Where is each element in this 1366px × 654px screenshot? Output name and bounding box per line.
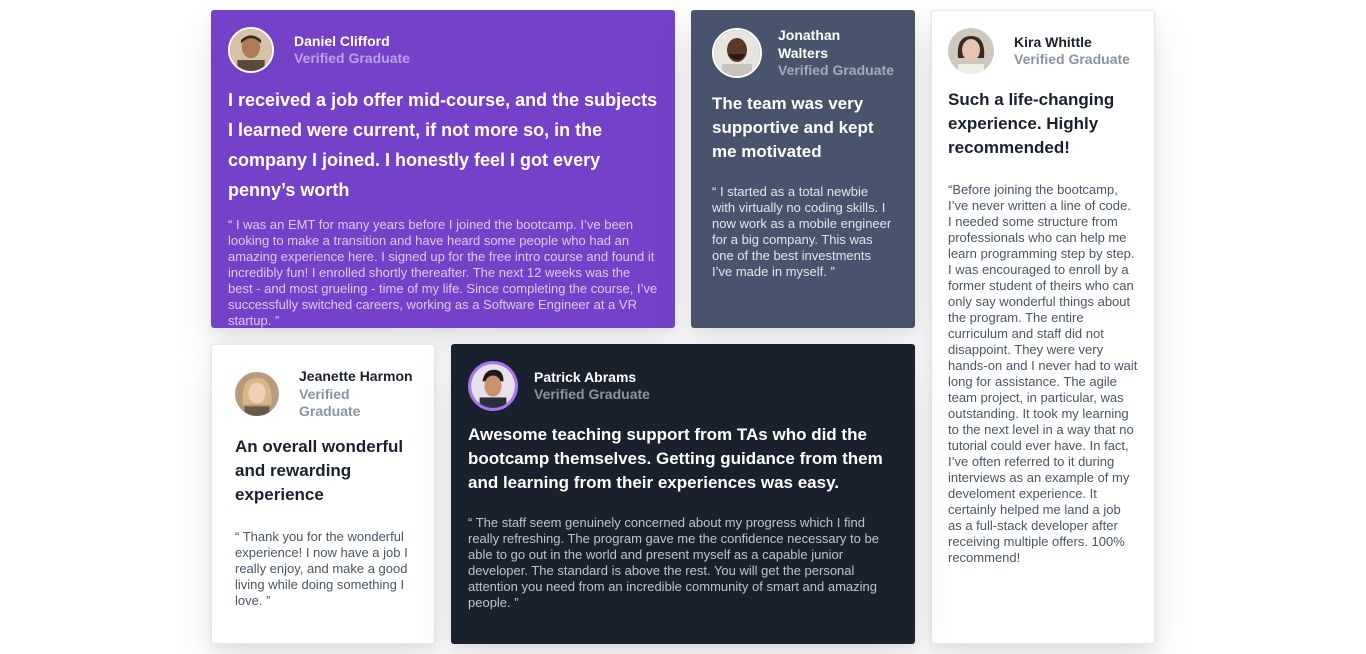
avatar bbox=[228, 27, 274, 73]
testimonial-card-daniel: Daniel Clifford Verified Graduate I rece… bbox=[211, 10, 675, 328]
author-role: Verified Graduate bbox=[534, 386, 650, 402]
testimonial-headline: Such a life-changing experience. Highly … bbox=[948, 90, 1115, 157]
author-name: Daniel Clifford bbox=[294, 32, 390, 49]
author-name: Patrick Abrams bbox=[534, 368, 637, 385]
testimonial-headline: An overall wonderful and rewarding exper… bbox=[235, 436, 404, 504]
author-role: Verified Graduate bbox=[294, 50, 410, 66]
avatar bbox=[712, 28, 762, 79]
avatar bbox=[235, 372, 279, 417]
author-name: Jonathan Walters bbox=[778, 27, 841, 61]
testimonial-headline: I received a job offer mid-course, and t… bbox=[228, 90, 658, 200]
testimonial-card-patrick: Patrick Abrams Verified Graduate Awesome… bbox=[451, 344, 915, 644]
avatar bbox=[948, 28, 994, 74]
testimonial-header: Jonathan Walters Verified Graduate bbox=[712, 27, 894, 80]
testimonial-header: Jeanette Harmon Verified Graduate bbox=[235, 368, 414, 421]
testimonial-quote: “ I started as a total newbie with virtu… bbox=[712, 183, 892, 279]
author-role: Verified Graduate bbox=[778, 62, 894, 78]
author-name: Kira Whittle bbox=[1014, 33, 1092, 50]
testimonial-quote: “ Thank you for the wonderful experience… bbox=[235, 528, 408, 608]
testimonial-quote: “ The staff seem genuinely concerned abo… bbox=[468, 515, 879, 610]
testimonial-card-kira: Kira Whittle Verified Graduate Such a li… bbox=[931, 10, 1155, 644]
testimonial-quote: “ I was an EMT for many years before I j… bbox=[228, 217, 658, 328]
testimonial-card-jeanette: Jeanette Harmon Verified Graduate An ove… bbox=[211, 344, 435, 644]
testimonial-quote: “Before joining the bootcamp, I’ve never… bbox=[948, 182, 1138, 565]
testimonial-headline: The team was very supportive and kept me… bbox=[712, 93, 874, 161]
author-name: Jeanette Harmon bbox=[299, 368, 413, 384]
testimonial-headline: Awesome teaching support from TAs who di… bbox=[468, 425, 883, 492]
author-role: Verified Graduate bbox=[1014, 51, 1130, 67]
testimonial-header: Patrick Abrams Verified Graduate bbox=[468, 361, 898, 411]
testimonial-header: Kira Whittle Verified Graduate bbox=[948, 28, 1138, 74]
author-role: Verified Graduate bbox=[299, 385, 361, 420]
testimonial-card-jonathan: Jonathan Walters Verified Graduate The t… bbox=[691, 10, 915, 328]
testimonial-header: Daniel Clifford Verified Graduate bbox=[228, 27, 658, 73]
avatar bbox=[468, 361, 518, 411]
